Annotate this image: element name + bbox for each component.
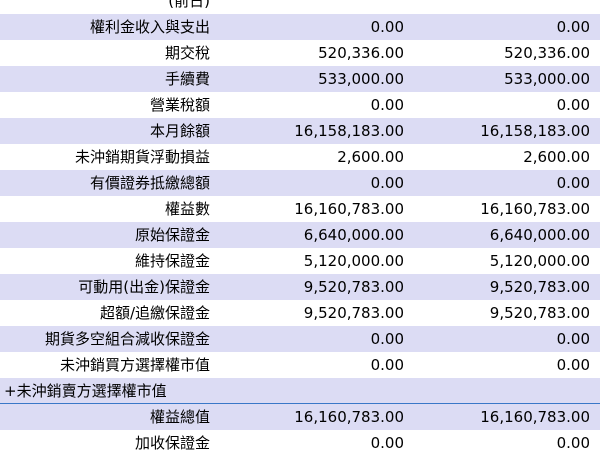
row-label: 期貨多空組合減收保證金 (44, 330, 210, 348)
row-amount-2: 520,336.00 (504, 44, 590, 62)
table-row: 權利金收入與支出 0.00 0.00 (0, 14, 600, 40)
row-amount: 533,000.00 (318, 70, 404, 88)
row-amount: 5,120,000.00 (303, 252, 404, 270)
row-amount-2: 16,160,783.00 (480, 408, 590, 426)
row-amount: 16,160,783.00 (294, 408, 404, 426)
row-amount-2: 0.00 (556, 434, 590, 452)
row-amount-2: 0.00 (556, 18, 590, 36)
row-label: 未沖銷期貨浮動損益 (74, 148, 210, 166)
row-label: 手續費 (164, 70, 210, 88)
row-amount-2: 6,640,000.00 (489, 226, 590, 244)
row-amount-2 (408, 0, 600, 14)
table-row: (前日) (0, 0, 600, 14)
row-amount-2: 9,520,783.00 (489, 304, 590, 322)
row-amount-2: 0.00 (556, 330, 590, 348)
row-label: 本月餘額 (149, 122, 210, 140)
table-row: 原始保證金 6,640,000.00 6,640,000.00 (0, 222, 600, 248)
table-row: 期貨多空組合減收保證金 0.00 0.00 (0, 326, 600, 352)
row-amount: 9,520,783.00 (303, 304, 404, 322)
row-amount-2: 0.00 (556, 174, 590, 192)
row-label: 權利金收入與支出 (89, 18, 210, 36)
table-row: 營業稅額 0.00 0.00 (0, 92, 600, 118)
table-row: 超額/追繳保證金 9,520,783.00 9,520,783.00 (0, 300, 600, 326)
table-row: 期交稅 520,336.00 520,336.00 (0, 40, 600, 66)
row-amount-2: 0.00 (556, 356, 590, 374)
row-amount: 6,640,000.00 (303, 226, 404, 244)
ledger-table: (前日) 權利金收入與支出 0.00 0.00 期交稅 520,336.00 5… (0, 0, 600, 453)
row-amount-2: 2,600.00 (523, 148, 590, 166)
table-row: +未沖銷賣方選擇權市值 (0, 378, 600, 404)
row-amount-2: 16,158,183.00 (480, 122, 590, 140)
row-amount: 520,336.00 (318, 44, 404, 62)
row-label: 有價證券抵繳總額 (89, 174, 210, 192)
row-label: 權益總值 (149, 408, 210, 426)
row-label: 期交稅 (164, 44, 210, 62)
row-label: 加收保證金 (134, 434, 210, 452)
table-row: 有價證券抵繳總額 0.00 0.00 (0, 170, 600, 196)
row-label: 權益數 (164, 200, 210, 218)
table-row: 權益數 16,160,783.00 16,160,783.00 (0, 196, 600, 222)
row-amount-2: 533,000.00 (504, 70, 590, 88)
row-label: +未沖銷賣方選擇權市值 (4, 382, 167, 400)
row-label: 維持保證金 (134, 252, 210, 270)
row-amount-2 (408, 378, 600, 403)
row-label: 可動用(出金)保證金 (78, 278, 210, 296)
row-amount: 0.00 (370, 434, 404, 452)
table-row: 可動用(出金)保證金 9,520,783.00 9,520,783.00 (0, 274, 600, 300)
row-amount-2: 16,160,783.00 (480, 200, 590, 218)
row-label: 營業稅額 (149, 96, 210, 114)
table-row: 權益總值 16,160,783.00 16,160,783.00 (0, 404, 600, 430)
row-amount: 9,520,783.00 (303, 278, 404, 296)
row-amount: 0.00 (370, 356, 404, 374)
row-amount (214, 378, 408, 403)
account-ledger: (前日) 權利金收入與支出 0.00 0.00 期交稅 520,336.00 5… (0, 0, 600, 453)
row-amount-2: 5,120,000.00 (489, 252, 590, 270)
row-label: 未沖銷買方選擇權市值 (59, 356, 210, 374)
table-row: 加收保證金 0.00 0.00 (0, 430, 600, 453)
row-label: 超額/追繳保證金 (99, 304, 210, 322)
row-amount: 0.00 (370, 174, 404, 192)
row-amount: 0.00 (370, 96, 404, 114)
table-row: 維持保證金 5,120,000.00 5,120,000.00 (0, 248, 600, 274)
row-amount: 0.00 (370, 18, 404, 36)
row-label: (前日) (168, 0, 210, 10)
row-label: 原始保證金 (134, 226, 210, 244)
row-amount: 16,158,183.00 (294, 122, 404, 140)
row-amount: 2,600.00 (337, 148, 404, 166)
table-row: 未沖銷買方選擇權市值 0.00 0.00 (0, 352, 600, 378)
row-amount: 0.00 (370, 330, 404, 348)
table-row: 本月餘額 16,158,183.00 16,158,183.00 (0, 118, 600, 144)
row-amount: 16,160,783.00 (294, 200, 404, 218)
table-row: 未沖銷期貨浮動損益 2,600.00 2,600.00 (0, 144, 600, 170)
row-amount (214, 0, 408, 14)
row-amount-2: 0.00 (556, 96, 590, 114)
row-amount-2: 9,520,783.00 (489, 278, 590, 296)
table-row: 手續費 533,000.00 533,000.00 (0, 66, 600, 92)
